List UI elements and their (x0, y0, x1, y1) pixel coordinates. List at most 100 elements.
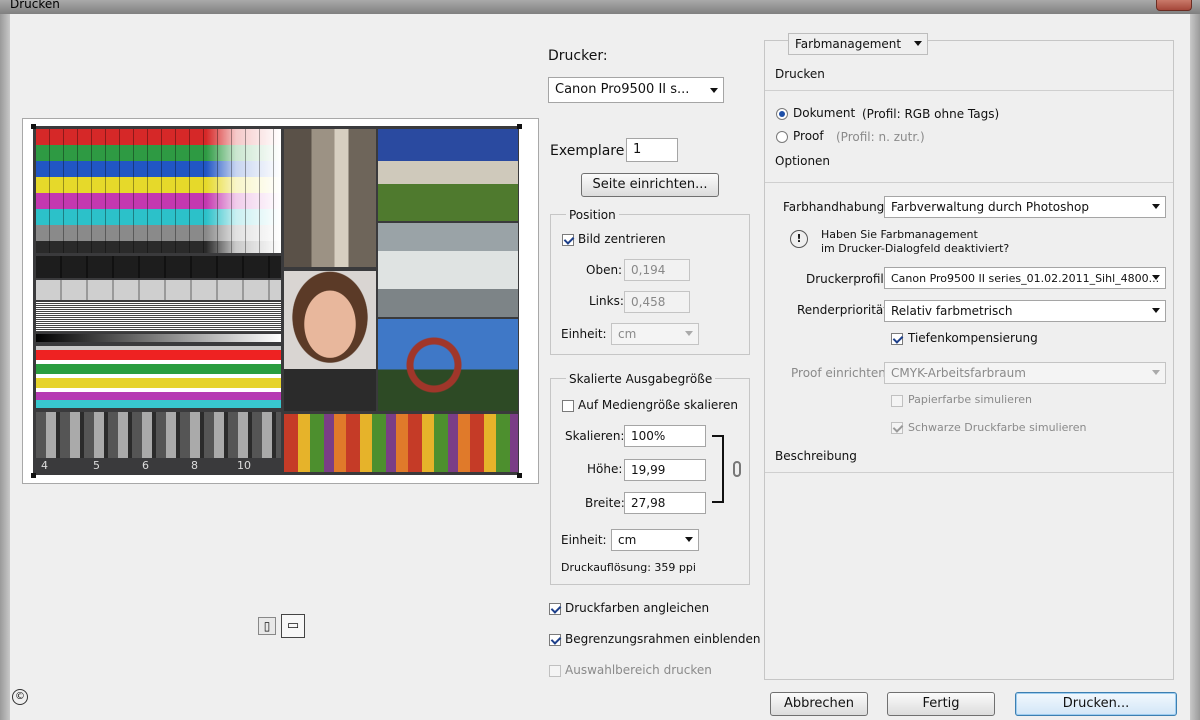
description-heading: Beschreibung (775, 449, 857, 463)
printer-select-value: Canon Pro9500 II s... (555, 82, 690, 97)
color-handling-label: Farbhandhabung: (783, 200, 889, 214)
chevron-down-icon (685, 537, 693, 542)
fit-to-media-checkbox[interactable] (562, 400, 574, 412)
chevron-down-icon (685, 331, 693, 336)
print-resolution: Druckauflösung: 359 ppi (561, 561, 696, 574)
left-label: Links: (589, 294, 624, 308)
proof-radio[interactable] (776, 131, 788, 143)
scale-unit-label: Einheit: (561, 533, 607, 547)
color-handling-select[interactable]: Farbverwaltung durch Photoshop (884, 196, 1166, 218)
printer-profile-select[interactable]: Canon Pro9500 II series_01.02.2011_Sihl_… (884, 267, 1166, 289)
page-setup-button[interactable]: Seite einrichten... (581, 173, 719, 197)
portrait-orientation-icon[interactable]: ▯ (258, 617, 276, 635)
chevron-down-icon (1152, 275, 1160, 280)
color-swatch-grid (36, 129, 281, 253)
left-input[interactable]: 0,458 (624, 291, 690, 313)
width-input[interactable]: 27,98 (624, 492, 706, 514)
chain-link-icon[interactable] (733, 461, 741, 477)
copyright-icon[interactable]: © (12, 689, 28, 705)
copies-input[interactable]: 1 (626, 138, 678, 162)
width-label: Breite: (585, 496, 625, 510)
close-icon[interactable] (1156, 0, 1192, 11)
match-colors-checkbox[interactable] (549, 603, 561, 615)
printer-profile-label: Druckerprofil: (806, 272, 888, 286)
proof-profile: (Profil: n. zutr.) (836, 130, 925, 144)
show-bbox-label: Begrenzungsrahmen einblenden (565, 632, 761, 646)
chevron-down-icon (1152, 204, 1160, 209)
printer-profile-value: Canon Pro9500 II series_01.02.2011_Sihl_… (891, 272, 1160, 285)
separator (765, 182, 1173, 183)
black-ink-label: Schwarze Druckfarbe simulieren (908, 421, 1087, 434)
separator (765, 472, 1173, 473)
scaled-output-title: Skalierte Ausgabegröße (566, 372, 716, 386)
scale-input[interactable]: 100% (624, 425, 706, 447)
document-radio[interactable] (776, 108, 788, 120)
separator (765, 90, 1173, 91)
warning-icon: ! (790, 230, 808, 248)
step-label-4: 4 (41, 459, 48, 472)
scale-unit-select[interactable]: cm (611, 529, 699, 551)
warning-line-1: Haben Sie Farbmanagement (821, 228, 978, 241)
paper-color-label: Papierfarbe simulieren (908, 393, 1032, 406)
proof-setup-value: CMYK-Arbeitsfarbraum (891, 366, 1026, 380)
scale-label: Skalieren: (565, 429, 625, 443)
chevron-down-icon (1152, 308, 1160, 313)
rendering-intent-value: Relativ farbmetrisch (891, 304, 1013, 318)
color-management-panel (764, 40, 1174, 680)
height-input[interactable]: 19,99 (624, 459, 706, 481)
rendering-intent-select[interactable]: Relativ farbmetrisch (884, 300, 1166, 322)
resize-handle-bottom-left[interactable] (31, 473, 36, 478)
position-unit-value: cm (618, 327, 637, 341)
photo-market (284, 414, 518, 472)
copies-label: Exemplare: (550, 143, 630, 159)
fit-to-media-label: Auf Mediengröße skalieren (578, 398, 738, 412)
black-point-compensation-label: Tiefenkompensierung (908, 331, 1038, 345)
show-bbox-checkbox[interactable] (549, 634, 561, 646)
color-stripes (36, 346, 281, 408)
resolution-patches (36, 412, 281, 458)
position-unit-label: Einheit: (561, 327, 607, 341)
line-pattern (36, 302, 281, 332)
black-ink-checkbox[interactable] (891, 422, 903, 434)
options-heading: Optionen (775, 154, 831, 168)
warning-line-2: im Drucker-Dialogfeld deaktiviert? (821, 242, 1010, 255)
step-label-5: 5 (93, 459, 100, 472)
photo-building (378, 129, 518, 221)
landscape-orientation-icon[interactable]: ▭ (281, 614, 305, 638)
print-selection-checkbox[interactable] (549, 665, 561, 677)
print-heading: Drucken (775, 67, 825, 81)
cancel-button[interactable]: Abbrechen (770, 692, 868, 716)
top-input[interactable]: 0,194 (624, 259, 690, 281)
photo-birds (378, 223, 518, 317)
chevron-down-icon (710, 88, 718, 93)
photo-portrait (284, 271, 376, 411)
printer-select[interactable]: Canon Pro9500 II s... (548, 77, 724, 103)
step-label-8: 8 (191, 459, 198, 472)
paper-color-checkbox[interactable] (891, 395, 903, 407)
print-button[interactable]: Drucken... (1015, 692, 1177, 716)
print-selection-label: Auswahlbereich drucken (565, 663, 712, 677)
top-label: Oben: (586, 263, 623, 277)
photo-interior (284, 129, 376, 267)
photo-sculpture (378, 319, 518, 411)
print-dialog: Drucken 4 5 6 8 10 ▯ ▭ © Drucker: Canon … (0, 0, 1200, 720)
step-label-10: 10 (237, 459, 251, 472)
position-group-title: Position (566, 208, 619, 222)
proof-setup-select[interactable]: CMYK-Arbeitsfarbraum (884, 362, 1166, 384)
resize-handle-top-right[interactable] (517, 124, 522, 129)
document-label: Dokument (793, 106, 856, 120)
scale-unit-value: cm (618, 533, 637, 547)
color-management-select[interactable]: Farbmanagement (788, 33, 928, 55)
resize-handle-top-left[interactable] (31, 124, 36, 129)
resize-handle-bottom-right[interactable] (517, 473, 522, 478)
black-point-compensation-checkbox[interactable] (891, 333, 903, 345)
document-profile: (Profil: RGB ohne Tags) (862, 107, 1000, 121)
window-frame-right (1190, 14, 1200, 720)
center-image-checkbox[interactable] (562, 234, 574, 246)
height-label: Höhe: (587, 462, 623, 476)
position-unit-select[interactable]: cm (611, 323, 699, 345)
preview-image[interactable]: 4 5 6 8 10 (33, 126, 519, 475)
done-button[interactable]: Fertig (887, 692, 995, 716)
color-handling-value: Farbverwaltung durch Photoshop (891, 200, 1089, 214)
aspect-bracket (712, 435, 724, 503)
